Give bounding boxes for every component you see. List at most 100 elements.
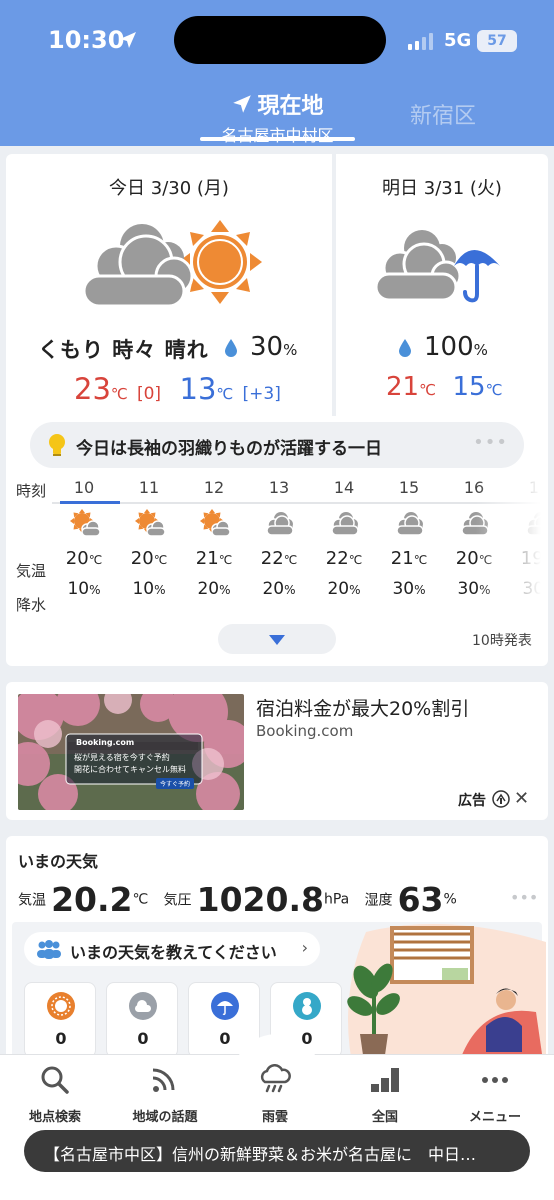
hourly-fade [476, 474, 548, 614]
snow-icon [293, 992, 321, 1020]
report-chip[interactable]: 0 [106, 982, 178, 1058]
report-weather-text: いまの天気を教えてください [70, 943, 277, 962]
today-high: 23 [74, 372, 111, 406]
hour-column: 15 21℃ 30% [377, 474, 441, 599]
ad-close-icon[interactable]: ✕ [514, 788, 529, 809]
hour-temp-unit: ℃ [88, 553, 103, 567]
hour-column: 14 22℃ 20% [312, 474, 376, 599]
today-high-unit: ℃ [110, 385, 128, 403]
hour-label: 14 [333, 478, 355, 497]
hour-pop-unit: % [154, 583, 166, 597]
hour-temp: 21 [390, 548, 414, 569]
tomorrow-pop: 100 [424, 332, 474, 362]
tomorrow-low-unit: ℃ [485, 381, 503, 399]
precip-row-label: 降水 [16, 596, 47, 614]
news-ticker[interactable]: 【名古屋市中区】信州の新鮮野菜＆お米が名古屋に 中日… [24, 1130, 530, 1172]
current-pressure-unit: hPa [323, 891, 350, 908]
current-weather-more-icon[interactable]: ••• [510, 888, 538, 907]
forecast-card: 今日 3/30 (月) 明日 3/31 (火) くもり 時々 晴れ 30% 10… [6, 154, 548, 666]
cloud-sun-icon [82, 220, 262, 308]
raindrop-icon [399, 339, 411, 357]
nav-item-label: 雨雲 [261, 1110, 288, 1125]
hour-pop-unit: % [89, 583, 101, 597]
hour-label: 13 [268, 478, 290, 497]
ad-title[interactable]: 宿泊料金が最大20%割引 [256, 694, 469, 721]
report-chip[interactable]: 0 [24, 982, 96, 1058]
hour-temp: 20 [130, 548, 154, 569]
hour-temp: 22 [260, 548, 284, 569]
cloud-icon [331, 512, 359, 536]
temp-row-label: 気温 [16, 562, 47, 580]
clothing-tip[interactable]: 今日は長袖の羽織りものが活躍する一日 ••• [30, 422, 524, 468]
current-temp-unit: ℃ [132, 891, 149, 908]
hour-label: 12 [203, 478, 225, 497]
ad-info-icon[interactable] [492, 790, 510, 808]
today-condition: くもり 時々 晴れ [38, 338, 209, 362]
cloud-icon [396, 512, 424, 536]
ad-label: 広告 [458, 793, 486, 809]
nav-item-label: 全国 [371, 1110, 398, 1125]
cloud-icon [129, 992, 157, 1020]
sun-cloud-icon [70, 509, 101, 537]
hourly-forecast[interactable]: 10 20℃ 10% 11 20℃ 10% 12 21℃ 20% 13 22℃ 20% 14 22℃ 20%… [52, 474, 548, 614]
hour-temp-unit: ℃ [348, 553, 363, 567]
tomorrow-date: 明日 3/31 (火) [382, 178, 502, 199]
hour-pop: 30 [392, 579, 415, 599]
rain-cloud-icon [260, 1064, 291, 1093]
hour-pop: 20 [327, 579, 350, 599]
nav-item-label: メニュー [468, 1110, 521, 1125]
today-low-diff: [+3] [242, 384, 281, 404]
tip-more-icon[interactable]: ••• [473, 432, 508, 453]
tab-current-subtitle: 名古屋市中村区 [221, 126, 334, 145]
ad-domain: Booking.com [256, 722, 354, 740]
hour-temp: 20 [65, 548, 89, 569]
ad-image-button[interactable]: 今すぐ予約 [156, 778, 195, 789]
raindrop-icon [225, 339, 237, 357]
hour-pop-unit: % [414, 583, 426, 597]
cloud-icon [266, 512, 294, 536]
humidity-label: 湿度 [364, 892, 393, 909]
today-date: 今日 3/30 (月) [109, 178, 229, 199]
today-pop-unit: % [283, 341, 298, 359]
hour-column: 11 20℃ 10% [117, 474, 181, 599]
current-humidity: 63 [397, 880, 444, 919]
tomorrow-low: 15 [452, 372, 486, 402]
people-icon [37, 940, 61, 959]
ad-image[interactable]: Booking.com 桜が見える宿を今すぐ予約 開花に合わせてキャンセル無料 … [18, 694, 244, 810]
hour-label: 10 [73, 478, 95, 497]
bar-chart-icon [371, 1068, 399, 1092]
report-weather-button[interactable]: いまの天気を教えてください › [24, 932, 320, 966]
news-ticker-text: 【名古屋市中区】信州の新鮮野菜＆お米が名古屋に 中日… [44, 1145, 477, 1164]
hour-pop-unit: % [349, 583, 361, 597]
hour-temp: 21 [195, 548, 219, 569]
today-pop: 30 [250, 332, 284, 362]
battery-indicator: 57 [477, 30, 517, 52]
tomorrow-pop-unit: % [473, 341, 488, 359]
more-icon [482, 1077, 508, 1083]
hour-pop-unit: % [284, 583, 296, 597]
current-humidity-unit: % [443, 891, 457, 908]
ad-card[interactable]: Booking.com 桜が見える宿を今すぐ予約 開花に合わせてキャンセル無料 … [6, 682, 548, 820]
chevron-right-icon: › [301, 938, 308, 957]
today-low-unit: ℃ [216, 385, 234, 403]
tab-shinjuku[interactable]: 新宿区 [410, 98, 476, 130]
network-type: 5G [444, 30, 472, 51]
tab-current-title: 現在地 [257, 94, 324, 119]
issued-time: 10時発表 [472, 633, 532, 649]
report-count: 0 [137, 1029, 149, 1048]
rain-icon [211, 992, 239, 1020]
sun-cloud-icon [135, 509, 166, 537]
cloud-umbrella-icon [374, 230, 500, 303]
current-weather-readings: 気温 20.2℃ 気圧 1020.8hPa 湿度 63% [18, 880, 457, 919]
hour-pop: 20 [262, 579, 285, 599]
current-weather-title: いまの天気 [18, 852, 99, 871]
expand-hourly-button[interactable] [218, 624, 336, 654]
location-arrow-icon [120, 32, 136, 48]
tomorrow-high: 21 [386, 372, 420, 402]
signal-icon [408, 33, 433, 50]
hour-column: 12 21℃ 20% [182, 474, 246, 599]
hour-column: 13 22℃ 20% [247, 474, 311, 599]
hour-temp-unit: ℃ [218, 553, 233, 567]
today-high-diff: [0] [136, 384, 162, 404]
camera-notch [174, 16, 386, 64]
